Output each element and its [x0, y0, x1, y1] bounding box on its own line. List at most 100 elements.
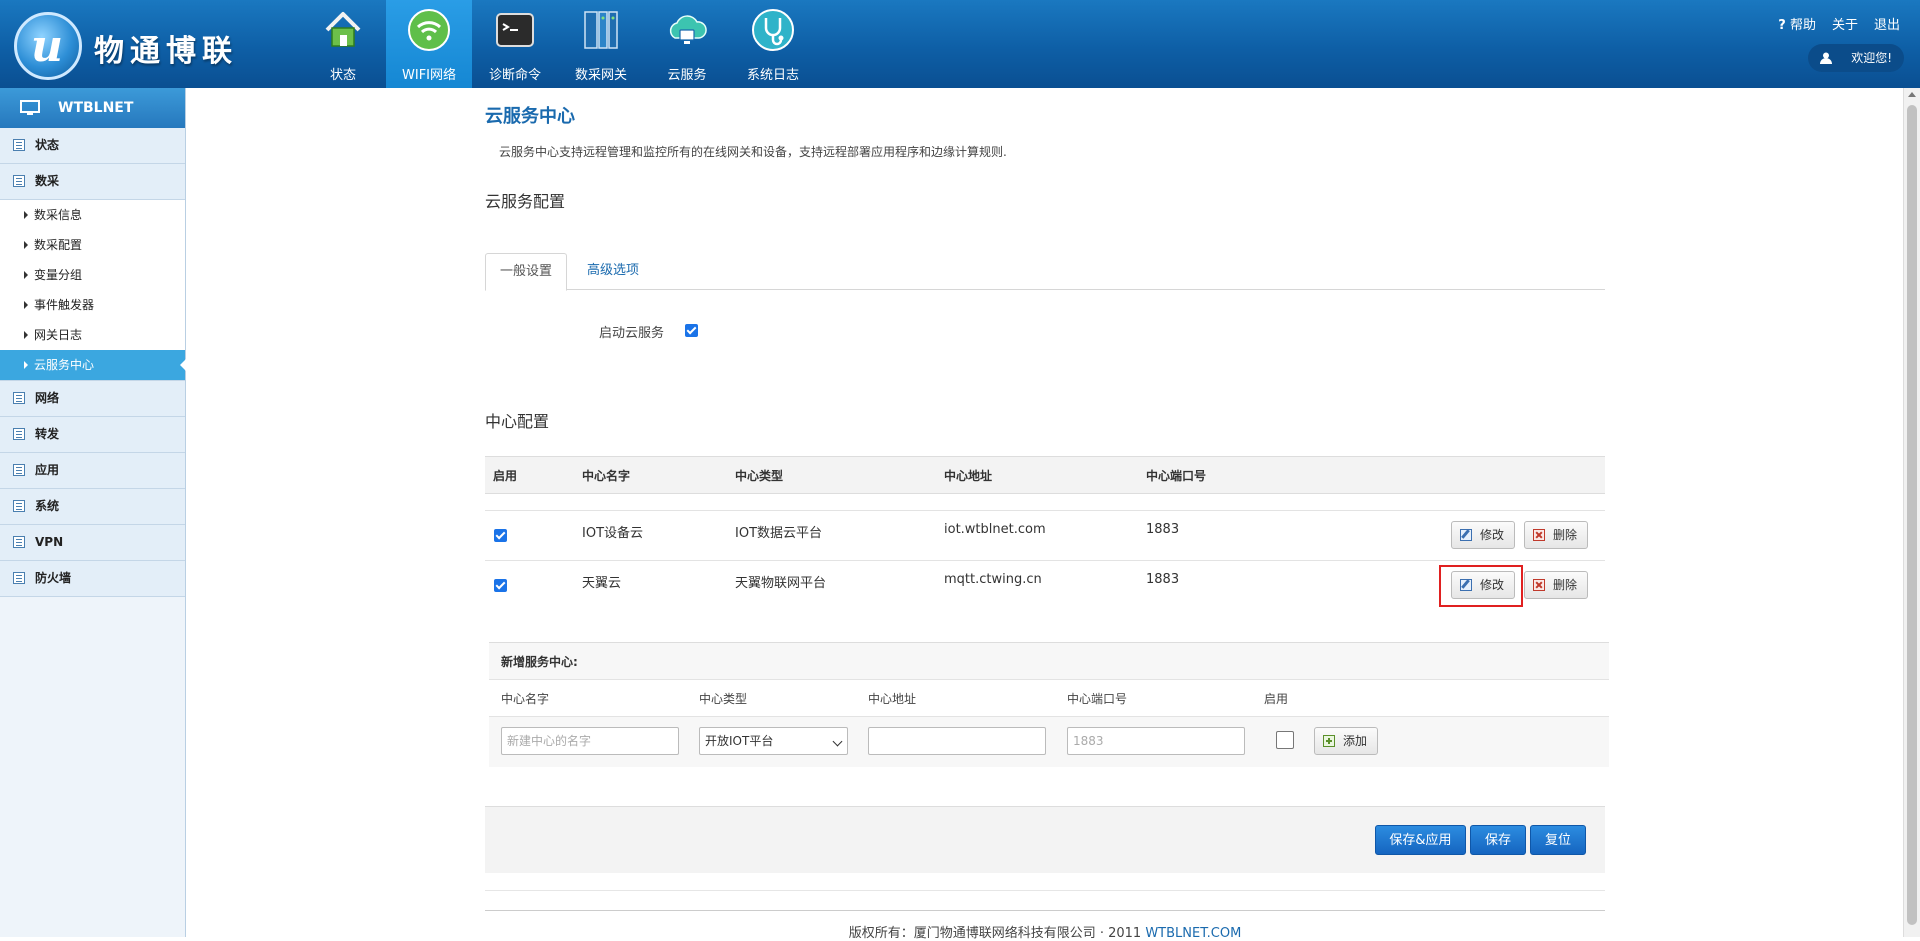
scroll-up-icon[interactable] — [1908, 92, 1916, 97]
sidebar-header: WTBLNET — [0, 88, 185, 128]
delete-button[interactable]: 删除 — [1524, 571, 1589, 599]
row-enabled-checkbox[interactable] — [494, 579, 507, 592]
new-center-header: 中心名字 中心类型 中心地址 中心端口号 启用 — [489, 679, 1609, 717]
logout-link[interactable]: 退出 — [1874, 14, 1900, 33]
delete-icon — [1533, 529, 1545, 541]
row-enabled-checkbox[interactable] — [494, 529, 507, 542]
list-icon — [13, 572, 25, 584]
select-value: 开放IOT平台 — [705, 734, 774, 748]
new-center-form: 新增服务中心: 中心名字 中心类型 中心地址 中心端口号 启用 新建中心的名字 … — [489, 642, 1609, 767]
list-icon — [13, 175, 25, 187]
row-name: 天翼云 — [582, 576, 622, 591]
table-row: IOT设备云 IOT数据云平台 iot.wtblnet.com 1883 修改 … — [485, 510, 1605, 561]
new-center-port-input[interactable]: 1883 — [1067, 727, 1245, 755]
row-name: IOT设备云 — [582, 526, 644, 541]
tab-advanced[interactable]: 高级选项 — [573, 253, 653, 289]
top-header: u 物通博联 状态 WIFI网络 诊断命令 数采网关 云服务 系统日志 ? 帮助… — [0, 0, 1920, 88]
table-header: 启用 中心名字 中心类型 中心地址 中心端口号 — [485, 456, 1605, 494]
stethoscope-icon — [752, 9, 794, 51]
nav-label: 状态 — [329, 68, 356, 83]
footer-link[interactable]: WTBLNET.COM — [1145, 926, 1241, 941]
help-label: 帮助 — [1789, 18, 1816, 33]
sidebar-subitem-gateway-log[interactable]: 网关日志 — [0, 320, 185, 350]
settings-tabs: 一般设置 高级选项 — [485, 253, 1605, 291]
nav-diagnose[interactable]: 诊断命令 — [472, 0, 558, 88]
about-link[interactable]: 关于 — [1832, 14, 1858, 33]
sidebar-item-forward[interactable]: 转发 — [0, 417, 185, 453]
welcome-badge[interactable]: 欢迎您! — [1808, 44, 1904, 72]
sidebar-subitem-label: 网关日志 — [34, 328, 83, 342]
nb-col-port: 中心端口号 — [1067, 692, 1128, 706]
scroll-thumb[interactable] — [1907, 105, 1917, 925]
add-button[interactable]: 添加 — [1314, 727, 1379, 755]
caret-right-icon — [24, 361, 28, 369]
col-port: 中心端口号 — [1146, 469, 1207, 483]
terminal-icon — [496, 13, 534, 47]
delete-button[interactable]: 删除 — [1524, 521, 1589, 549]
scrollbar[interactable] — [1903, 88, 1920, 937]
sidebar-subitem-event-trigger[interactable]: 事件触发器 — [0, 290, 185, 320]
divider — [485, 910, 1605, 911]
col-enabled: 启用 — [493, 469, 518, 483]
help-link[interactable]: ? 帮助 — [1778, 14, 1816, 33]
user-icon — [1820, 52, 1832, 64]
logo-text: 物通博联 — [94, 34, 238, 69]
center-table: 启用 中心名字 中心类型 中心地址 中心端口号 IOT设备云 IOT数据云平台 … — [485, 456, 1605, 599]
sidebar-subitem-acq-config[interactable]: 数采配置 — [0, 230, 185, 260]
nav-cloud[interactable]: 云服务 — [644, 0, 730, 88]
nb-col-name: 中心名字 — [501, 692, 550, 706]
nav-status[interactable]: 状态 — [300, 0, 386, 88]
brand-logo: u 物通博联 — [14, 8, 250, 80]
sidebar-subitem-acq-info[interactable]: 数采信息 — [0, 200, 185, 230]
delete-icon — [1533, 579, 1545, 591]
caret-right-icon — [24, 331, 28, 339]
save-apply-button[interactable]: 保存&应用 — [1375, 825, 1466, 855]
caret-right-icon — [24, 301, 28, 309]
new-center-type-select[interactable]: 开放IOT平台 — [699, 727, 848, 755]
delete-label: 删除 — [1553, 528, 1578, 542]
sidebar-item-status[interactable]: 状态 — [0, 128, 185, 164]
nav-syslog[interactable]: 系统日志 — [730, 0, 816, 88]
new-center-address-input[interactable] — [868, 727, 1046, 755]
list-icon — [13, 392, 25, 404]
edit-icon — [1460, 529, 1472, 541]
sidebar-item-firewall[interactable]: 防火墙 — [0, 561, 185, 597]
reset-button[interactable]: 复位 — [1530, 825, 1586, 855]
row-type: 天翼物联网平台 — [735, 576, 827, 591]
sidebar-subitem-cloud-center[interactable]: 云服务中心 — [0, 350, 186, 380]
sidebar-subitem-var-group[interactable]: 变量分组 — [0, 260, 185, 290]
row-port: 1883 — [1146, 522, 1180, 537]
sidebar-title: WTBLNET — [58, 100, 134, 116]
highlight-box — [1439, 565, 1523, 607]
nb-col-type: 中心类型 — [699, 692, 748, 706]
config-section-title: 云服务配置 — [485, 192, 566, 211]
tab-general[interactable]: 一般设置 — [485, 253, 568, 291]
enable-cloud-checkbox[interactable] — [685, 324, 698, 337]
list-icon — [13, 139, 25, 151]
logo-mark-letter: u — [31, 21, 63, 72]
sidebar-submenu: 数采信息 数采配置 变量分组 事件触发器 网关日志 云服务中心 — [0, 200, 186, 381]
save-button[interactable]: 保存 — [1470, 825, 1526, 855]
nb-col-address: 中心地址 — [868, 692, 917, 706]
logo-mark: u — [14, 12, 82, 80]
sidebar-item-label: 网络 — [35, 391, 60, 405]
edit-button[interactable]: 修改 — [1451, 521, 1516, 549]
nav-gateway[interactable]: 数采网关 — [558, 0, 644, 88]
sidebar-item-network[interactable]: 网络 — [0, 381, 185, 417]
monitor-icon — [20, 100, 40, 115]
nb-col-enabled: 启用 — [1264, 692, 1289, 706]
sidebar-item-acquisition[interactable]: 数采 — [0, 164, 185, 200]
new-center-enabled-checkbox[interactable] — [1276, 731, 1294, 749]
sidebar-item-label: VPN — [35, 535, 64, 549]
col-type: 中心类型 — [735, 469, 784, 483]
add-label: 添加 — [1343, 734, 1368, 748]
sidebar-item-system[interactable]: 系统 — [0, 489, 185, 525]
sidebar-item-vpn[interactable]: VPN — [0, 525, 185, 561]
new-center-name-input[interactable]: 新建中心的名字 — [501, 727, 679, 755]
caret-right-icon — [24, 211, 28, 219]
wifi-icon — [408, 9, 450, 51]
sidebar-subitem-label: 数采配置 — [34, 238, 83, 252]
caret-right-icon — [24, 241, 28, 249]
sidebar-item-apps[interactable]: 应用 — [0, 453, 185, 489]
nav-wifi[interactable]: WIFI网络 — [386, 0, 472, 88]
